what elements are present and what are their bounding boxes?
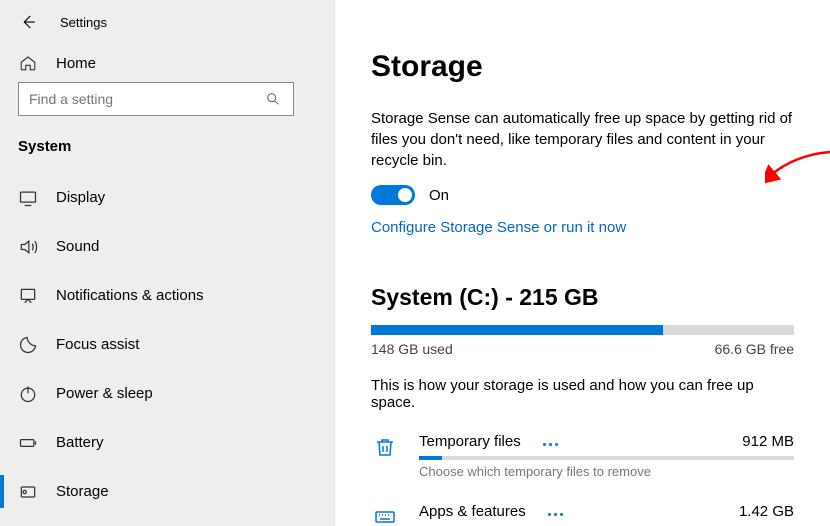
nav-group-title: System	[0, 126, 334, 173]
sidebar-item-focus-assist[interactable]: Focus assist	[0, 320, 334, 369]
storage-sense-toggle[interactable]	[371, 185, 415, 205]
sidebar: Settings Home System Display	[0, 0, 335, 526]
notifications-icon	[18, 286, 38, 306]
titlebar: Settings	[0, 0, 334, 44]
storage-category-temporary-files[interactable]: Temporary files 912 MB Choose which temp…	[371, 433, 794, 479]
category-subtext: Choose which temporary files to remove	[419, 464, 794, 479]
category-name: Apps & features	[419, 503, 526, 520]
sidebar-item-label: Sound	[56, 238, 99, 255]
search-input[interactable]	[29, 91, 263, 107]
page-title: Storage	[371, 50, 794, 84]
home-label: Home	[56, 55, 96, 72]
focus-assist-icon	[18, 335, 38, 355]
sidebar-item-display[interactable]: Display	[0, 173, 334, 222]
sidebar-item-home[interactable]: Home	[0, 44, 334, 76]
drive-used-text: 148 GB used	[371, 341, 453, 357]
storage-icon	[18, 482, 38, 502]
drive-usage-bar	[371, 325, 794, 335]
main-content: Storage Storage Sense can automatically …	[335, 0, 830, 526]
sidebar-item-label: Power & sleep	[56, 385, 153, 402]
search-box[interactable]	[18, 82, 294, 116]
nav-list: Display Sound Notifications & actions Fo…	[0, 173, 334, 526]
loading-icon	[548, 513, 563, 516]
sidebar-item-notifications[interactable]: Notifications & actions	[0, 271, 334, 320]
category-size: 1.42 GB	[739, 503, 794, 520]
search-icon	[263, 91, 283, 107]
sidebar-item-label: Focus assist	[56, 336, 139, 353]
sidebar-item-label: Display	[56, 189, 105, 206]
loading-icon	[543, 443, 558, 446]
sidebar-item-label: Notifications & actions	[56, 287, 204, 304]
sidebar-item-storage[interactable]: Storage	[0, 467, 334, 516]
drive-title: System (C:) - 215 GB	[371, 284, 794, 311]
power-icon	[18, 384, 38, 404]
sidebar-item-power-sleep[interactable]: Power & sleep	[0, 369, 334, 418]
battery-icon	[18, 433, 38, 453]
category-bar	[419, 456, 794, 460]
sidebar-item-label: Battery	[56, 434, 104, 451]
sidebar-item-sound[interactable]: Sound	[0, 222, 334, 271]
display-icon	[18, 188, 38, 208]
category-name: Temporary files	[419, 433, 521, 450]
configure-storage-sense-link[interactable]: Configure Storage Sense or run it now	[371, 219, 626, 236]
usage-description: This is how your storage is used and how…	[371, 377, 794, 411]
sidebar-item-battery[interactable]: Battery	[0, 418, 334, 467]
back-icon[interactable]	[18, 13, 38, 31]
drive-usage-fill	[371, 325, 663, 335]
drive-free-text: 66.6 GB free	[715, 341, 794, 357]
home-icon	[18, 54, 38, 72]
sound-icon	[18, 237, 38, 257]
storage-category-apps-features[interactable]: Apps & features 1.42 GB Uninstall unused…	[371, 503, 794, 526]
keyboard-icon	[371, 503, 399, 526]
storage-sense-description: Storage Sense can automatically free up …	[371, 108, 794, 171]
sidebar-item-label: Storage	[56, 483, 109, 500]
app-title: Settings	[60, 15, 107, 30]
toggle-state-label: On	[429, 187, 449, 204]
trash-icon	[371, 433, 399, 459]
category-size: 912 MB	[742, 433, 794, 450]
